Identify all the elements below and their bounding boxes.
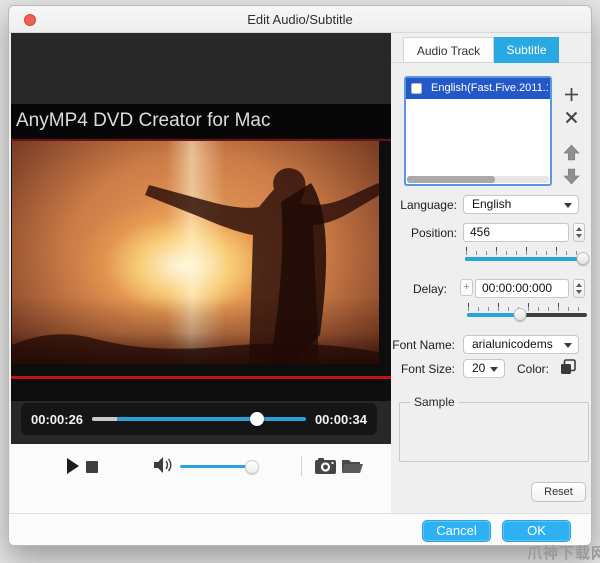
sample-legend: Sample [410,395,459,409]
screenshot-stage: Edit Audio/Subtitle AnyMP4 DVD Creator f… [0,0,600,561]
reset-button[interactable]: Reset [531,482,586,502]
volume-handle[interactable] [245,460,259,474]
window-title: Edit Audio/Subtitle [9,12,591,27]
delay-slider-handle[interactable] [513,308,526,321]
position-slider-handle[interactable] [577,252,590,265]
color-swatch-icon[interactable] [558,357,577,376]
sunset-silhouette-art [12,141,379,364]
delay-input[interactable]: 00:00:00:000 [475,279,569,298]
font-size-label: Font Size: [375,362,455,376]
video-preview-panel: AnyMP4 DVD Creator for Mac 00:00:26 [11,33,391,444]
position-slider-fill [465,257,585,261]
elapsed-time: 00:00:26 [31,412,83,427]
slider-ticks [465,303,589,311]
move-down-icon[interactable] [561,166,581,186]
move-up-icon[interactable] [561,142,581,162]
position-label: Position: [381,226,457,240]
subtitle-track-label: English(Fast.Five.2011.1080 [431,78,548,99]
seek-buffer-segment [92,417,117,421]
stepper-up-icon [576,227,582,231]
video-watermark-band: AnyMP4 DVD Creator for Mac [11,104,391,138]
video-letterbox: AnyMP4 DVD Creator for Mac [11,104,391,401]
delay-slider[interactable] [465,303,589,323]
chevron-down-icon [490,367,498,372]
position-input[interactable]: 456 [463,223,569,242]
seek-slider[interactable] [92,411,306,427]
playback-timeline-bar: 00:00:26 00:00:34 [21,403,377,435]
subtitle-track-list[interactable]: English(Fast.Five.2011.1080 [404,76,552,186]
stop-icon[interactable] [86,460,98,478]
add-icon[interactable] [561,84,581,104]
position-stepper[interactable] [573,223,585,242]
open-folder-icon[interactable] [342,458,363,478]
video-frame [12,141,379,364]
stepper-up-icon [576,283,582,287]
language-label: Language: [381,198,457,212]
titlebar: Edit Audio/Subtitle [9,6,591,33]
font-name-dropdown[interactable]: arialunicodems [463,335,579,354]
snapshot-camera-icon[interactable] [315,458,336,479]
chevron-down-icon [564,343,572,348]
cancel-button[interactable]: Cancel [422,520,491,542]
delay-slider-track[interactable] [467,313,587,317]
color-label: Color: [509,362,549,376]
font-name-value: arialunicodems [472,337,553,351]
volume-slider[interactable] [180,460,258,474]
stepper-down-icon [576,290,582,294]
sample-preview-box: Sample [399,402,589,462]
font-size-value: 20 [472,361,485,375]
position-slider-track[interactable] [465,257,585,261]
speaker-icon[interactable] [154,457,172,478]
slider-ticks [463,247,587,255]
language-dropdown[interactable]: English [463,195,579,214]
duration-time: 00:00:34 [315,412,367,427]
tab-subtitle[interactable]: Subtitle [494,37,559,63]
chevron-down-icon [564,203,572,208]
delete-icon[interactable] [561,107,581,127]
delay-stepper[interactable] [573,279,585,298]
video-bottom-red-line [11,376,391,379]
controls-divider [301,456,302,476]
delay-label: Delay: [381,282,447,296]
font-size-dropdown[interactable]: 20 [463,359,505,378]
site-watermark: 爪神下载网 [527,542,600,563]
play-icon[interactable] [66,458,80,479]
dialog-footer: Cancel OK [9,513,591,546]
position-slider[interactable] [463,247,587,267]
seek-handle[interactable] [250,412,264,426]
list-item[interactable]: English(Fast.Five.2011.1080 [406,78,550,99]
playback-controls [10,444,391,513]
stepper-down-icon [576,234,582,238]
delay-slider-fill [467,313,517,317]
delay-sign-badge[interactable]: + [460,279,473,296]
font-name-label: Font Name: [371,338,455,352]
ok-button[interactable]: OK [502,520,571,542]
tab-audio-track[interactable]: Audio Track [403,37,494,63]
scrollbar-thumb[interactable] [407,176,495,183]
subtitle-checkbox[interactable] [411,83,422,94]
edit-audio-subtitle-dialog: Edit Audio/Subtitle AnyMP4 DVD Creator f… [8,5,592,546]
language-value: English [472,197,511,211]
seek-track[interactable] [92,417,306,421]
list-horizontal-scrollbar[interactable] [407,176,549,183]
